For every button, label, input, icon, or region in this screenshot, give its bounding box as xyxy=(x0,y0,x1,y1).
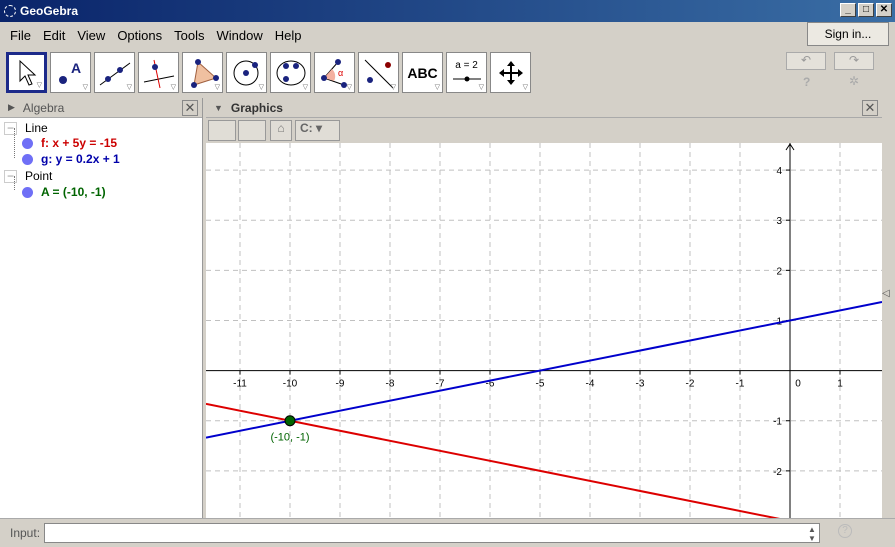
input-field[interactable] xyxy=(44,523,820,543)
x-tick-label: -4 xyxy=(586,379,595,390)
graphics-header: ▼ Graphics ✕ xyxy=(206,98,882,118)
x-tick-label: 0 xyxy=(795,379,801,390)
redo-button[interactable]: ↷ xyxy=(834,52,874,70)
x-tick-label: -3 xyxy=(636,379,645,390)
algebra-item-A[interactable]: A = (-10, -1) xyxy=(22,185,106,199)
x-tick-label: -9 xyxy=(336,379,345,390)
toggle-axes-button[interactable] xyxy=(208,120,236,141)
visibility-dot-icon[interactable] xyxy=(22,138,33,150)
svg-text:A: A xyxy=(71,60,81,76)
menu-view[interactable]: View xyxy=(71,28,111,43)
undo-button[interactable]: ↶ xyxy=(786,52,826,70)
history-spinner-icon[interactable]: ▲ ▼ xyxy=(808,525,816,543)
algebra-item-f[interactable]: f: x + 5y = -15 xyxy=(22,136,117,150)
sign-in-button[interactable]: Sign in... xyxy=(807,22,889,46)
help-icon[interactable]: ? xyxy=(803,75,810,89)
maximize-button[interactable]: □ xyxy=(858,3,874,17)
close-button[interactable]: ✕ xyxy=(876,3,892,17)
side-panel-toggle-icon[interactable]: ◁ xyxy=(882,288,890,299)
close-algebra-button[interactable]: ✕ xyxy=(182,100,198,116)
expand-triangle-icon[interactable]: ▶ xyxy=(8,102,15,113)
point-tool[interactable]: A ▽ xyxy=(50,52,91,93)
point-label: (-10, -1) xyxy=(270,432,309,444)
point-capture-dropdown[interactable]: C: ▾ xyxy=(295,120,340,141)
geogebra-logo-icon xyxy=(4,5,16,17)
menu-tools[interactable]: Tools xyxy=(168,28,210,43)
point-A xyxy=(284,415,296,427)
reflect-tool[interactable]: ▽ xyxy=(358,52,399,93)
toolbar: ▽ A ▽ ▽ ▽ ▽ ▽ ▽ α ▽ ▽ ABC ▽ a = 2 ▽ ▽ xyxy=(6,52,531,93)
settings-gear-icon[interactable]: ✲ xyxy=(849,74,859,88)
item-text: g: y = 0.2x + 1 xyxy=(41,152,120,166)
menu-help[interactable]: Help xyxy=(269,28,308,43)
toggle-grid-button[interactable] xyxy=(238,120,266,141)
x-tick-label: -2 xyxy=(686,379,695,390)
group-label: Line xyxy=(25,121,48,135)
x-tick-label: -1 xyxy=(736,379,745,390)
group-point[interactable]: − Point xyxy=(4,169,52,183)
home-view-icon[interactable]: ⌂ xyxy=(270,120,292,141)
graphics-title: Graphics xyxy=(230,100,283,115)
polygon-tool[interactable]: ▽ xyxy=(182,52,223,93)
y-tick-label: 2 xyxy=(776,266,782,277)
y-tick-label: 4 xyxy=(776,166,782,177)
move-graphics-tool[interactable]: ▽ xyxy=(490,52,531,93)
menu-bar: File Edit View Options Tools Window Help xyxy=(0,22,307,48)
circle-center-tool[interactable]: ▽ xyxy=(226,52,267,93)
group-label: Point xyxy=(25,169,53,183)
conic-tool[interactable]: ▽ xyxy=(270,52,311,93)
move-tool[interactable]: ▽ xyxy=(6,52,47,93)
menu-file[interactable]: File xyxy=(4,28,37,43)
window-title: GeoGebra xyxy=(20,4,79,18)
algebra-panel: ▶ Algebra ✕ − Line f: x + 5y = -15 g: y = 0… xyxy=(0,98,203,518)
x-tick-label: -8 xyxy=(386,379,395,390)
x-tick-label: -11 xyxy=(233,379,247,390)
y-tick-label: -2 xyxy=(773,467,782,478)
text-tool[interactable]: ABC ▽ xyxy=(402,52,443,93)
input-label: Input: xyxy=(10,526,41,540)
y-tick-label: 3 xyxy=(776,216,782,227)
graphics-view[interactable]: -11-10-9-8-7-6-5-4-3-2-101-2-11234(-10, … xyxy=(206,143,882,518)
perpendicular-line-tool[interactable]: ▽ xyxy=(138,52,179,93)
line-tool[interactable]: ▽ xyxy=(94,52,135,93)
x-tick-label: -5 xyxy=(536,379,545,390)
menu-window[interactable]: Window xyxy=(210,28,268,43)
input-bar: Input: ▲ ▼ ? xyxy=(0,518,895,547)
visibility-dot-icon[interactable] xyxy=(22,187,33,199)
title-bar: GeoGebra _ □ ✕ xyxy=(0,0,895,22)
text-tool-label: ABC xyxy=(407,64,438,81)
slider-tool[interactable]: a = 2 ▽ xyxy=(446,52,487,93)
algebra-title: Algebra xyxy=(22,100,65,115)
close-graphics-button[interactable]: ✕ xyxy=(862,100,878,116)
algebra-item-g[interactable]: g: y = 0.2x + 1 xyxy=(22,152,120,166)
menu-edit[interactable]: Edit xyxy=(37,28,71,43)
input-help-icon[interactable]: ? xyxy=(838,524,852,538)
y-tick-label: -1 xyxy=(773,417,782,428)
item-text: f: x + 5y = -15 xyxy=(41,136,118,150)
item-text: A = (-10, -1) xyxy=(41,185,106,199)
menu-options[interactable]: Options xyxy=(111,28,168,43)
angle-tool[interactable]: α ▽ xyxy=(314,52,355,93)
algebra-header: ▶ Algebra ✕ xyxy=(0,98,202,118)
x-tick-label: -10 xyxy=(283,379,298,390)
minimize-button[interactable]: _ xyxy=(840,3,856,17)
x-tick-label: -7 xyxy=(436,379,445,390)
collapse-triangle-icon[interactable]: ▼ xyxy=(214,103,223,113)
x-tick-label: 1 xyxy=(837,379,843,390)
visibility-dot-icon[interactable] xyxy=(22,154,33,166)
slider-tool-label: a = 2 xyxy=(455,60,478,71)
svg-text:α: α xyxy=(338,68,343,78)
group-line[interactable]: − Line xyxy=(4,121,48,135)
